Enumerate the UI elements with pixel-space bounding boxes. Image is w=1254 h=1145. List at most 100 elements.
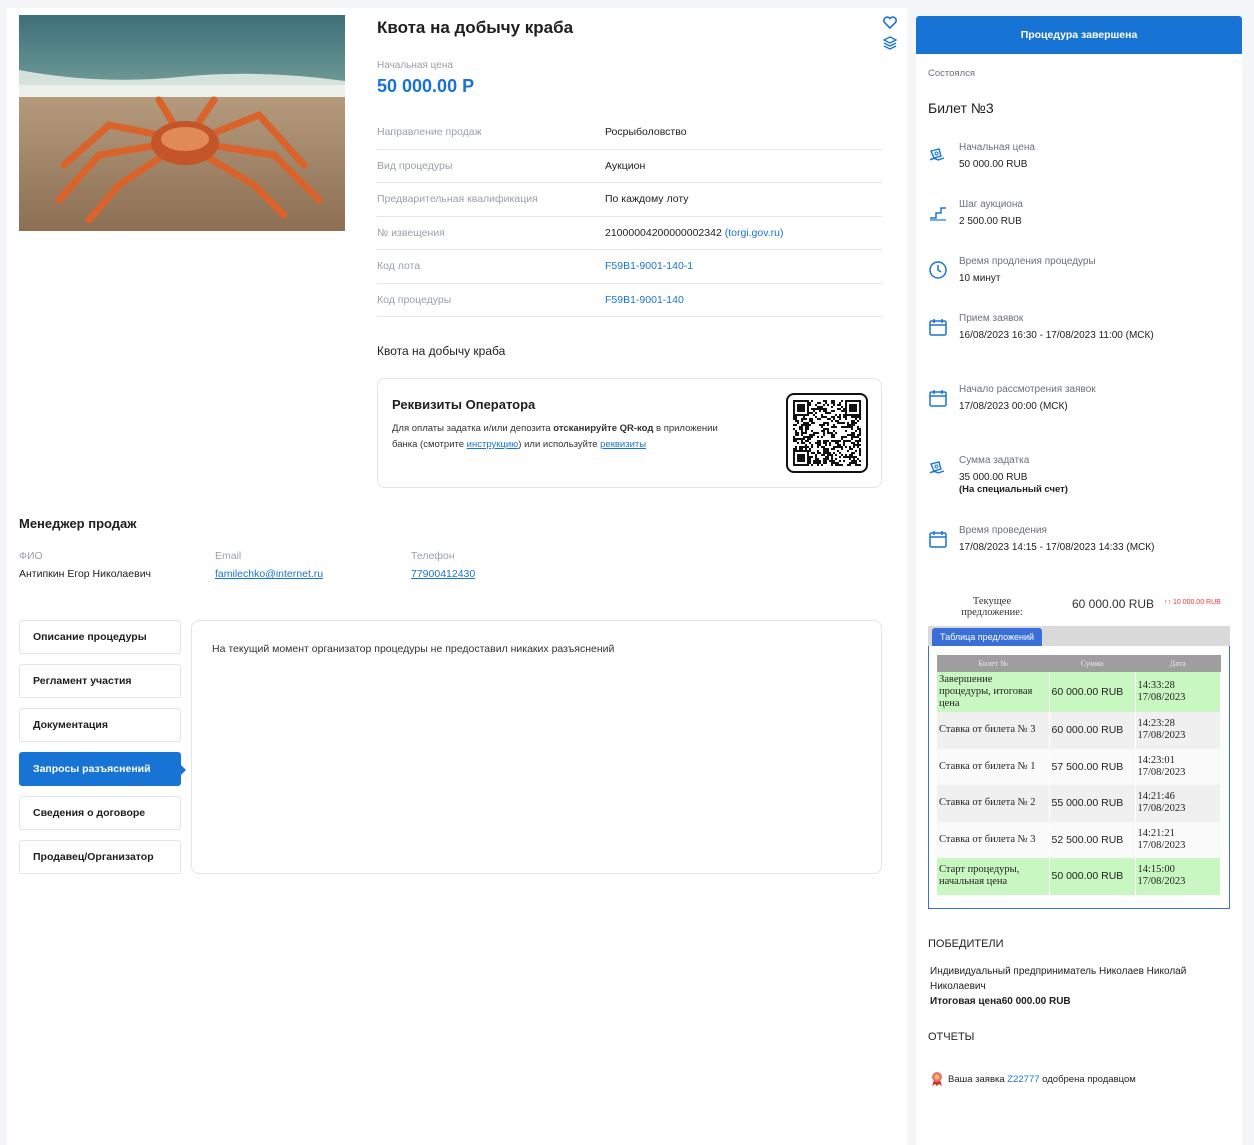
- manager-title: Менеджер продаж: [19, 516, 137, 531]
- info-row: Код лота F59B1-9001-140-1: [377, 250, 882, 284]
- manager-phone-block: Телефон 77900412430: [411, 550, 475, 580]
- manager-email-label: Email: [215, 550, 242, 562]
- info-key: Направление продаж: [377, 126, 482, 139]
- tab-documentation[interactable]: Документация: [19, 708, 181, 742]
- info-value: По каждому лоту: [605, 193, 689, 206]
- manager-email-block: Email familechko@internet.ru: [215, 550, 323, 580]
- calendar-icon: [929, 531, 947, 548]
- offer-sum: 60 000.00 RUB: [1049, 672, 1136, 712]
- offer-ticket: Ставка от билета № 3: [937, 821, 1050, 858]
- calendar-icon: [929, 319, 947, 336]
- current-offer: Текущее предложение: 60 000.00 RUB ↑↑ 10…: [956, 596, 1236, 622]
- param-value: 17/08/2023 14:15 - 17/08/2023 14:33 (МСК…: [959, 542, 1155, 553]
- manager-phone-link[interactable]: 77900412430: [411, 568, 475, 580]
- winners-title: ПОБЕДИТЕЛИ: [928, 938, 1004, 950]
- offer-datetime: 14:21:21 17/08/2023: [1135, 821, 1221, 858]
- requisites-card: Реквизиты Оператора Для оплаты задатка и…: [377, 378, 882, 488]
- param-value: 2 500.00 RUB: [959, 216, 1022, 227]
- lot-description: Квота на добычу краба: [377, 344, 506, 358]
- heart-icon[interactable]: [883, 16, 897, 32]
- requisites-text: Для оплаты задатка и/или депозита отскан…: [392, 423, 718, 450]
- requisites-link[interactable]: реквизиты: [600, 439, 646, 450]
- status-banner: Процедура завершена: [916, 16, 1242, 54]
- offers-box: Билет № Сумма Дата Завершение процедуры,…: [928, 646, 1230, 909]
- offers-header-sum: Сумма: [1049, 655, 1135, 672]
- info-row: Предварительная квалификация По каждому …: [377, 183, 882, 217]
- offer-ticket: Ставка от билета № 2: [937, 785, 1050, 822]
- offers-header-date: Дата: [1135, 655, 1221, 672]
- tab-offers-table[interactable]: Таблица предложений: [932, 628, 1043, 646]
- param-label: Сумма задатка: [959, 455, 1030, 466]
- offer-row: Ставка от билета № 3 60 000.00 RUB 14:23:2…: [937, 712, 1221, 749]
- param-label: Время продления процедуры: [959, 256, 1096, 267]
- status-subtitle: Состоялся: [928, 68, 976, 79]
- offer-row: Ставка от билета № 3 52 500.00 RUB 14:21:2…: [937, 821, 1221, 858]
- tab-message: На текущий момент организатор процедуры …: [212, 643, 615, 655]
- report-item: Ваша заявка Z22777 одобрена продавцом: [930, 1071, 1136, 1087]
- layers-icon[interactable]: [882, 36, 898, 53]
- param-value: 50 000.00 RUB: [959, 159, 1028, 170]
- offers-tabstrip: Таблица предложений: [928, 626, 1230, 646]
- current-offer-delta: ↑↑ 10 000.00 RUB: [1164, 599, 1221, 606]
- offer-datetime: 14:21:46 17/08/2023: [1135, 785, 1221, 822]
- param-label: Прием заявок: [959, 313, 1024, 324]
- param-label: Время проведения: [959, 525, 1047, 536]
- offer-row: Старт процедуры, начальная цена 50 000.00…: [937, 858, 1221, 895]
- award-icon: [932, 1072, 942, 1086]
- param-value: 10 минут: [959, 273, 1001, 284]
- clock-icon: [929, 261, 947, 279]
- tab-seller-organizer[interactable]: Продавец/Организатор: [19, 840, 181, 874]
- info-key: Предварительная квалификация: [377, 193, 538, 206]
- offer-datetime: 14:15:00 17/08/2023: [1135, 858, 1221, 895]
- winner-name: Индивидуальный предприниматель Николаев …: [930, 966, 1187, 992]
- current-offer-label: Текущее предложение:: [961, 596, 1023, 618]
- offer-row: Ставка от билета № 1 57 500.00 RUB 14:23:0…: [937, 748, 1221, 785]
- current-offer-value: 60 000.00 RUB: [1072, 597, 1155, 611]
- param-label: Начальная цена: [959, 142, 1035, 153]
- lot-title: Квота на добычу краба: [377, 18, 574, 37]
- lot-info-table: Направление продаж Росрыболовство Вид пр…: [377, 116, 882, 317]
- offers-widget: Таблица предложений Билет № Сумма Дата З…: [928, 626, 1230, 910]
- offer-datetime: 14:23:28 17/08/2023: [1135, 712, 1221, 749]
- lot-code-link[interactable]: F59B1-9001-140-1: [605, 260, 693, 272]
- ticket-number: Билет №3: [928, 100, 994, 116]
- offer-datetime: 14:23:01 17/08/2023: [1135, 748, 1221, 785]
- info-key: Вид процедуры: [377, 159, 453, 172]
- procedure-sidebar: Процедура завершена Состоялся Билет №3 Н…: [916, 16, 1242, 1145]
- param-value: 35 000.00 RUB: [959, 472, 1028, 483]
- requisites-title: Реквизиты Оператора: [392, 397, 536, 412]
- tab-rules[interactable]: Регламент участия: [19, 664, 181, 698]
- offers-header-ticket: Билет №: [937, 655, 1049, 672]
- info-key: Код процедуры: [377, 293, 452, 306]
- lot-photo: [19, 15, 345, 231]
- main-content: Квота на добычу краба Начальная цена 50 …: [7, 8, 907, 1145]
- offer-ticket: Старт процедуры, начальная цена: [937, 858, 1050, 895]
- step-icon: [930, 207, 946, 221]
- report-application-link[interactable]: Z22777: [1007, 1074, 1039, 1085]
- procedure-code-link[interactable]: F59B1-9001-140: [605, 294, 684, 306]
- instruction-link[interactable]: инструкцию: [467, 439, 519, 450]
- money-hand-icon: [929, 148, 945, 161]
- param-note: (На специальный счет): [959, 484, 1068, 495]
- info-row: Вид процедуры Аукцион: [377, 150, 882, 183]
- offer-sum: 57 500.00 RUB: [1049, 748, 1136, 785]
- tab-contract-info[interactable]: Сведения о договоре: [19, 796, 181, 830]
- money-hand-icon: [929, 461, 945, 474]
- tab-clarification-requests[interactable]: Запросы разъяснений: [19, 752, 186, 786]
- offer-sum: 52 500.00 RUB: [1049, 821, 1136, 858]
- tab-description[interactable]: Описание процедуры: [19, 620, 181, 654]
- manager-email-link[interactable]: familechko@internet.ru: [215, 568, 323, 580]
- param-value: 17/08/2023 00:00 (МСК): [959, 401, 1068, 412]
- start-price-label: Начальная цена: [377, 60, 453, 71]
- offer-row: Ставка от билета № 2 55 000.00 RUB 14:21:4…: [937, 785, 1221, 822]
- torgi-link[interactable]: (torgi.gov.ru): [725, 227, 784, 239]
- manager-name: Антипкин Егор Николаевич: [19, 568, 152, 580]
- manager-phone-label: Телефон: [411, 550, 455, 562]
- offer-row: Завершение процедуры, итоговая цена 60 00…: [937, 672, 1221, 712]
- info-value: Росрыболовство: [605, 126, 687, 139]
- param-label: Шаг аукциона: [959, 199, 1023, 210]
- offer-datetime: 14:33:28 17/08/2023: [1135, 672, 1221, 712]
- offer-sum: 55 000.00 RUB: [1049, 785, 1136, 822]
- offer-ticket: Завершение процедуры, итоговая цена: [937, 672, 1050, 712]
- info-row: № извещения 21000004200000002342 (torgi.…: [377, 217, 882, 250]
